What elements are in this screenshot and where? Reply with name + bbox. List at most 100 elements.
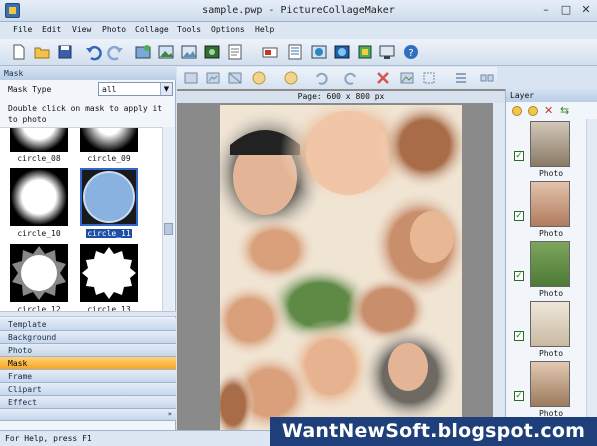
- layer-delete-icon[interactable]: ✕: [544, 104, 553, 117]
- layer-label: Photo: [538, 349, 564, 358]
- mask-type-dropdown[interactable]: all ▼: [98, 82, 173, 96]
- export-icon[interactable]: [286, 43, 304, 61]
- document-icon[interactable]: [226, 43, 244, 61]
- select-icon[interactable]: [421, 70, 437, 86]
- menu-file[interactable]: File: [13, 25, 32, 34]
- layer-thumbnail: [530, 181, 570, 227]
- image-icon[interactable]: [157, 43, 175, 61]
- layer-item[interactable]: ✓ Photo: [506, 301, 586, 361]
- mask-thumb-circle-08[interactable]: [10, 128, 68, 152]
- layer-visible-checkbox[interactable]: ✓: [514, 391, 524, 401]
- section-photo-label: Photo: [8, 346, 33, 355]
- save-icon[interactable]: [56, 43, 74, 61]
- section-template-label: Template: [8, 320, 47, 329]
- layer-label: Photo: [538, 289, 564, 298]
- settings-icon[interactable]: [356, 43, 374, 61]
- crop-icon[interactable]: [183, 70, 199, 86]
- undo-icon[interactable]: [84, 43, 102, 61]
- layer-item[interactable]: ✓ Photo: [506, 181, 586, 241]
- mask-gallery: circle_08 circle_09 circle_10 circle_11 …: [0, 127, 162, 311]
- mask-thumb-circle-09[interactable]: [80, 128, 138, 152]
- menu-bar: File Edit View Photo Collage Tools Optio…: [0, 22, 597, 39]
- layer-visible-checkbox[interactable]: ✓: [514, 331, 524, 341]
- mask-thumb-circle-13[interactable]: [80, 244, 138, 302]
- minimize-button[interactable]: –: [538, 3, 554, 17]
- section-more[interactable]: »: [0, 409, 176, 421]
- fit-icon[interactable]: [205, 70, 221, 86]
- section-effect[interactable]: Effect: [0, 396, 176, 409]
- menu-tools[interactable]: Tools: [177, 25, 201, 34]
- layer-down-icon[interactable]: [528, 106, 538, 116]
- add-photo-icon[interactable]: [134, 43, 152, 61]
- collage-photos[interactable]: [220, 105, 462, 430]
- rotate-left-icon[interactable]: [313, 70, 329, 86]
- text-icon[interactable]: [261, 43, 279, 61]
- menu-collage[interactable]: Collage: [135, 25, 169, 34]
- picture-icon[interactable]: [399, 70, 415, 86]
- mask-thumb-circle-11[interactable]: [80, 168, 138, 226]
- section-mask[interactable]: Mask: [0, 357, 176, 370]
- menu-help[interactable]: Help: [255, 25, 274, 34]
- layer-up-icon[interactable]: [512, 106, 522, 116]
- send-backward-icon[interactable]: [283, 70, 299, 86]
- layer-scrollbar[interactable]: [586, 119, 597, 430]
- gallery-scrollbar[interactable]: [162, 127, 174, 311]
- section-template[interactable]: Template: [0, 318, 176, 331]
- rotate-right-icon[interactable]: [343, 70, 359, 86]
- distribute-icon[interactable]: [479, 70, 495, 86]
- chevron-down-icon[interactable]: ▼: [160, 83, 172, 95]
- canvas-scrollbar[interactable]: [493, 103, 505, 430]
- section-mask-label: Mask: [8, 359, 28, 368]
- redo-icon[interactable]: [107, 43, 125, 61]
- section-photo[interactable]: Photo: [0, 344, 176, 357]
- panel-splitter[interactable]: [0, 311, 176, 317]
- web-icon[interactable]: [333, 43, 351, 61]
- layer-thumbnail: [530, 301, 570, 347]
- slideshow-icon[interactable]: [203, 43, 221, 61]
- section-background-label: Background: [8, 333, 57, 342]
- close-button[interactable]: ✕: [578, 3, 594, 17]
- collage-icon[interactable]: [378, 43, 396, 61]
- share-icon[interactable]: [310, 43, 328, 61]
- layer-label: Photo: [538, 169, 564, 178]
- chevron-double-right-icon[interactable]: »: [168, 410, 172, 418]
- section-clipart[interactable]: Clipart: [0, 383, 176, 396]
- status-text: For Help, press F1: [5, 434, 92, 443]
- gallery-scroll-thumb[interactable]: [164, 223, 173, 235]
- help-icon[interactable]: ?: [402, 43, 420, 61]
- bring-forward-icon[interactable]: [251, 70, 267, 86]
- mask-type-value: all: [102, 85, 117, 94]
- no-crop-icon[interactable]: [227, 70, 243, 86]
- panel-title: Mask: [0, 67, 176, 80]
- section-frame-label: Frame: [8, 372, 33, 381]
- section-frame[interactable]: Frame: [0, 370, 176, 383]
- layer-refresh-icon[interactable]: ⇆: [560, 104, 569, 117]
- layer-label: Photo: [538, 229, 564, 238]
- collage-page[interactable]: [220, 105, 462, 430]
- align-icon[interactable]: [453, 70, 469, 86]
- section-clipart-label: Clipart: [8, 385, 42, 394]
- delete-icon[interactable]: [375, 70, 391, 86]
- new-icon[interactable]: [10, 43, 28, 61]
- print-icon[interactable]: [180, 43, 198, 61]
- menu-photo[interactable]: Photo: [102, 25, 126, 34]
- mask-label-circle-11: circle_11: [86, 229, 132, 238]
- mask-thumb-circle-10[interactable]: [10, 168, 68, 226]
- layer-item[interactable]: ✓ Photo: [506, 361, 586, 421]
- main-toolbar: ?: [0, 39, 597, 66]
- mask-label-circle-10: circle_10: [17, 229, 61, 238]
- layer-visible-checkbox[interactable]: ✓: [514, 271, 524, 281]
- open-icon[interactable]: [33, 43, 51, 61]
- page-size-label: Page: 600 x 800 px: [177, 91, 505, 103]
- layer-panel-title: Layer: [506, 89, 597, 102]
- maximize-button[interactable]: □: [558, 3, 574, 17]
- layer-visible-checkbox[interactable]: ✓: [514, 151, 524, 161]
- layer-visible-checkbox[interactable]: ✓: [514, 211, 524, 221]
- mask-thumb-circle-12[interactable]: [10, 244, 68, 302]
- menu-edit[interactable]: Edit: [42, 25, 61, 34]
- layer-item[interactable]: ✓ Photo: [506, 241, 586, 301]
- menu-view[interactable]: View: [72, 25, 91, 34]
- menu-options[interactable]: Options: [211, 25, 245, 34]
- layer-item[interactable]: ✓ Photo: [506, 121, 586, 181]
- section-background[interactable]: Background: [0, 331, 176, 344]
